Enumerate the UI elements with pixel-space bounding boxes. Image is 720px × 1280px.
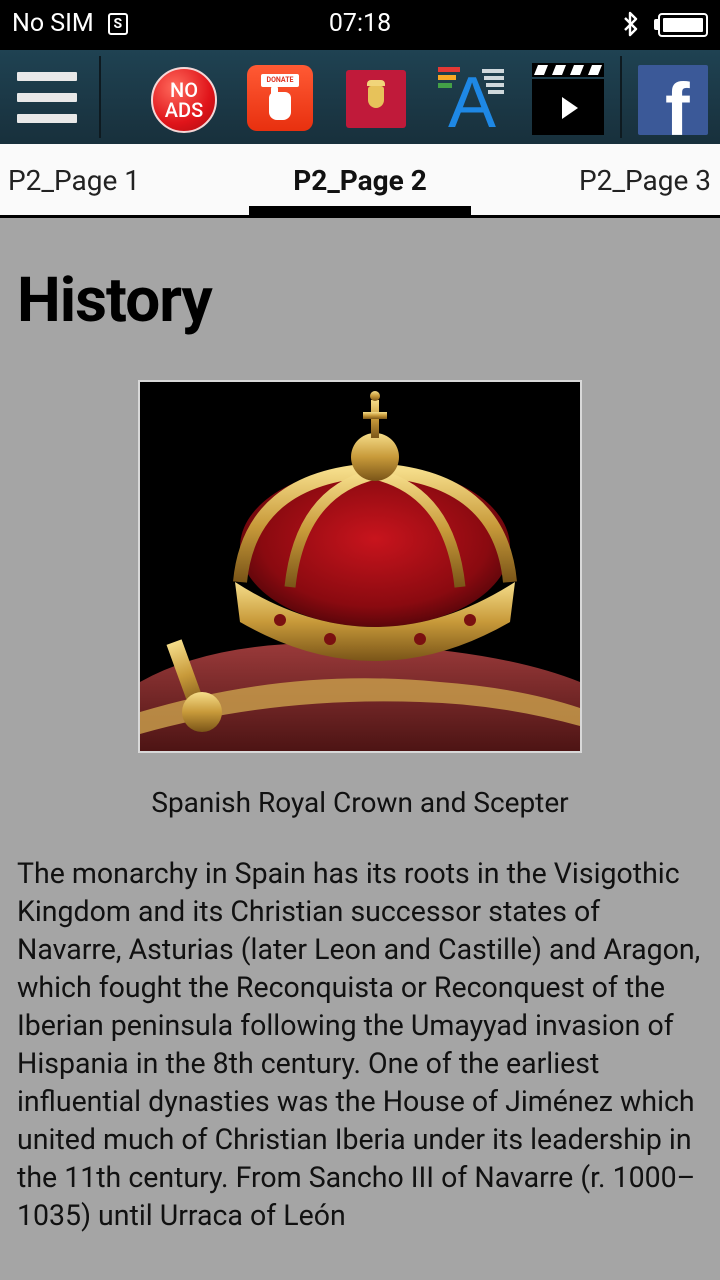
menu-icon-bar — [17, 93, 77, 102]
video-icon — [532, 63, 604, 135]
crest-icon — [368, 86, 384, 108]
crown-image — [138, 380, 582, 753]
toolbar-divider — [99, 56, 101, 138]
video-button[interactable] — [532, 63, 604, 135]
royal-arms-button[interactable] — [346, 70, 406, 128]
menu-icon-bar — [17, 114, 77, 123]
page-title: History — [17, 264, 213, 337]
menu-icon — [17, 72, 77, 81]
status-time: 07:18 — [328, 9, 392, 38]
font-size-icon: A — [438, 63, 504, 143]
battery-icon — [658, 13, 708, 37]
facebook-button[interactable]: f — [638, 65, 708, 135]
status-bar: No SIM S 07:18 — [0, 0, 720, 50]
facebook-icon: f — [665, 68, 690, 136]
bluetooth-icon — [624, 11, 638, 37]
svg-text:A: A — [448, 65, 496, 131]
no-ads-line2: ADS — [164, 98, 204, 122]
app-toolbar: NO ADS DONATE A f — [0, 50, 720, 144]
font-size-button[interactable]: A — [438, 63, 506, 143]
active-tab-indicator — [249, 206, 471, 215]
donate-label: DONATE — [261, 74, 299, 87]
no-ads-button[interactable]: NO ADS — [151, 67, 217, 133]
image-caption: Spanish Royal Crown and Scepter — [151, 786, 569, 819]
article-body: The monarchy in Spain has its roots in t… — [17, 857, 701, 1232]
donate-button[interactable]: DONATE — [247, 65, 313, 131]
menu-button[interactable] — [0, 50, 100, 144]
no-ads-line1: NO — [170, 78, 198, 102]
tab-page-3[interactable]: P2_Page 3 — [579, 164, 711, 197]
toolbar-divider — [620, 56, 622, 138]
hand-palm — [269, 92, 291, 120]
royal-crown-image — [140, 382, 580, 751]
page-tabs: P2_Page 1 P2_Page 2 P2_Page 3 — [0, 144, 720, 218]
